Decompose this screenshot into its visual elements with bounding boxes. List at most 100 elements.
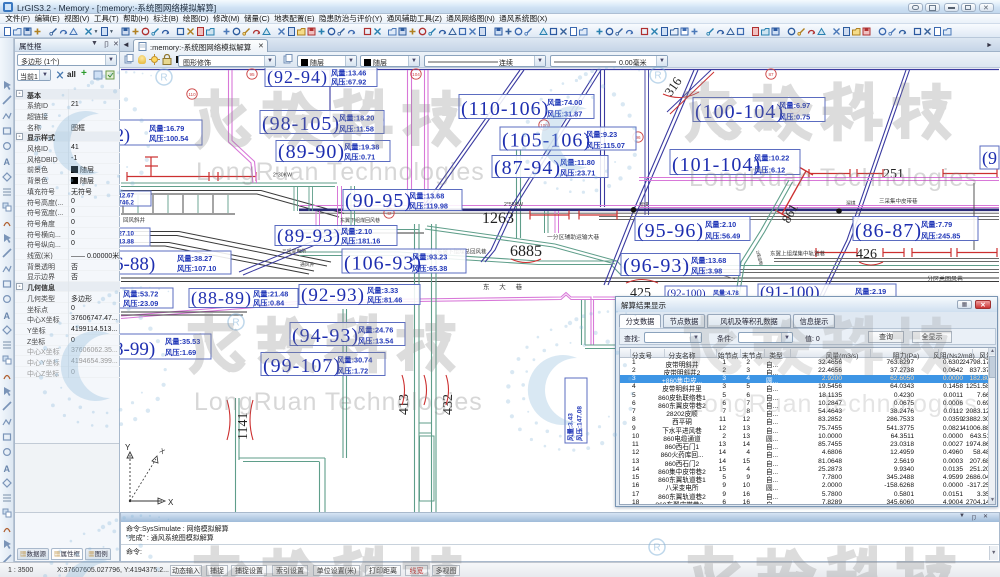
svg-text:风压:100.54: 风压:100.54 (149, 134, 189, 143)
svg-text:风量:93.23: 风量:93.23 (412, 253, 447, 262)
svg-text:风量:21.48: 风量:21.48 (253, 290, 288, 299)
svg-text:三采变电所: 三采变电所 (282, 248, 306, 255)
svg-text:87: 87 (768, 72, 774, 77)
svg-text:风量:16.79: 风量:16.79 (149, 124, 184, 133)
svg-text:风量:13.46: 风量:13.46 (331, 69, 366, 78)
svg-text:X: X (158, 448, 166, 457)
svg-text:风量:38.27: 风量:38.27 (177, 254, 212, 263)
svg-text:风压:1.69: 风压:1.69 (165, 348, 196, 357)
svg-text:风量:13.68: 风量:13.68 (409, 192, 444, 201)
svg-text:(106-93): (106-93) (344, 253, 422, 275)
svg-text:95: 95 (249, 72, 255, 77)
svg-text:风压:81.46: 风压:81.46 (367, 296, 402, 305)
svg-text:风压:56.49: 风压:56.49 (705, 232, 740, 241)
svg-text:1141: 1141 (236, 413, 251, 440)
svg-text:风压:3.98: 风压:3.98 (691, 267, 722, 276)
svg-text:(110-106): (110-106) (461, 98, 549, 120)
svg-text:三采集中皮带巷: 三采集中皮带巷 (879, 197, 918, 205)
svg-text:风量:10.22: 风量:10.22 (754, 154, 789, 163)
svg-text:(89-90): (89-90) (278, 141, 345, 163)
svg-text:A: A (3, 311, 10, 320)
svg-text:风量:6.97: 风量:6.97 (779, 101, 810, 110)
svg-text:通风井: 通风井 (300, 261, 315, 268)
svg-text:251: 251 (883, 167, 904, 182)
svg-text:(89-93): (89-93) (277, 226, 341, 247)
svg-text:风压:107.10: 风压:107.10 (177, 264, 216, 273)
svg-text:(99-107): (99-107) (263, 355, 341, 377)
svg-text:风量:13.68: 风量:13.68 (691, 256, 726, 265)
svg-text:6885: 6885 (510, 243, 542, 260)
svg-text:(95-96): (95-96) (637, 220, 704, 242)
svg-text:一分区辅助运输大巷: 一分区辅助运输大巷 (547, 233, 599, 241)
svg-text:风压:23.71: 风压:23.71 (560, 169, 595, 178)
svg-text:风压:65.38: 风压:65.38 (412, 264, 447, 273)
svg-text:2): 2) (120, 125, 130, 146)
svg-text:风压:147.08: 风压:147.08 (575, 406, 584, 441)
svg-text:风压:115.07: 风压:115.07 (586, 141, 625, 150)
svg-text:风压:245.85: 风压:245.85 (921, 232, 960, 241)
svg-text:风压:181.16: 风压:181.16 (341, 237, 380, 246)
svg-text:风量:53.72: 风量:53.72 (123, 290, 158, 299)
svg-text:6-88): 6-88) (120, 254, 155, 275)
svg-text:861: 861 (778, 201, 800, 225)
svg-text:风压:31.87: 风压:31.87 (547, 110, 582, 119)
svg-text:风量:11.80: 风量:11.80 (560, 158, 595, 167)
svg-text:(105-106): (105-106) (502, 130, 591, 152)
svg-text:(90-95): (90-95) (345, 190, 412, 212)
svg-text:2*30KW: 2*30KW (273, 173, 292, 179)
svg-text:溜煤: 溜煤 (846, 200, 856, 207)
svg-text:风量:9.23: 风量:9.23 (586, 130, 617, 139)
svg-text:溜煤: 溜煤 (639, 201, 649, 208)
svg-text:2*55KW: 2*55KW (504, 202, 523, 208)
svg-text:(94-93): (94-93) (292, 325, 359, 347)
svg-text:1746.2: 1746.2 (120, 200, 134, 207)
svg-text:110: 110 (188, 92, 196, 97)
svg-text:风压:23.09: 风压:23.09 (123, 299, 158, 308)
svg-text:风量:30.74: 风量:30.74 (337, 356, 373, 365)
svg-text:1263: 1263 (482, 210, 514, 227)
svg-text:风压:6.12: 风压:6.12 (754, 166, 785, 175)
svg-text:(96-93): (96-93) (623, 255, 690, 277)
svg-text:风量:3.43: 风量:3.43 (566, 413, 575, 441)
svg-text:风量:7.79: 风量:7.79 (921, 220, 952, 229)
svg-text:(86-87): (86-87) (855, 220, 922, 242)
svg-text:风压:13.54: 风压:13.54 (358, 337, 394, 346)
svg-text:2煤溜眼: 2煤溜眼 (754, 250, 765, 267)
svg-text:风压:1.72: 风压:1.72 (337, 367, 368, 376)
svg-text:东 大 巷: 东 大 巷 (483, 282, 526, 291)
svg-text:A: A (3, 464, 10, 473)
svg-text:127.10: 127.10 (120, 231, 134, 238)
svg-text:风压:67.92: 风压:67.92 (331, 78, 366, 87)
svg-text:风量:74.00: 风量:74.00 (547, 98, 582, 107)
svg-text:风量:2.19: 风量:2.19 (855, 287, 886, 296)
svg-text:(100-104): (100-104) (695, 101, 784, 123)
svg-text:风量:24.76: 风量:24.76 (358, 326, 393, 335)
svg-text:一分区总回风巷: 一分区总回风巷 (921, 275, 963, 283)
svg-text:风压:119.98: 风压:119.98 (409, 202, 448, 211)
svg-text:风量:35.53: 风量:35.53 (165, 337, 200, 346)
svg-text:风量:19.38: 风量:19.38 (344, 143, 379, 152)
svg-text:213.88: 213.88 (120, 239, 134, 246)
svg-text:(101-104): (101-104) (672, 154, 761, 176)
svg-text:(88-89): (88-89) (191, 288, 252, 309)
svg-text:432: 432 (441, 394, 456, 415)
svg-text:(92-94): (92-94) (267, 68, 328, 88)
svg-text:426: 426 (856, 247, 877, 262)
svg-text:东翼上组煤集中轨道巷: 东翼上组煤集中轨道巷 (770, 250, 826, 258)
svg-text:风量:18.20: 风量:18.20 (339, 114, 374, 123)
svg-text:风量:2.10: 风量:2.10 (341, 227, 372, 236)
svg-text:(98-105): (98-105) (262, 113, 340, 135)
svg-text:104: 104 (412, 72, 420, 77)
svg-text:东翼下组煤回风巷: 东翼下组煤回风巷 (340, 217, 380, 224)
svg-text:(9: (9 (982, 148, 997, 169)
svg-text:X: X (168, 498, 174, 507)
svg-text:(87-94): (87-94) (494, 157, 561, 179)
svg-text:风压:0.71: 风压:0.71 (344, 153, 375, 162)
svg-text:风压:0.75: 风压:0.75 (779, 113, 810, 122)
svg-text:(92-93): (92-93) (301, 285, 365, 306)
svg-text:413: 413 (397, 394, 412, 415)
svg-text:风压:11.58: 风压:11.58 (339, 125, 374, 134)
svg-text:A: A (3, 157, 10, 166)
svg-text:回风斜井: 回风斜井 (123, 216, 146, 224)
svg-text:212.67: 212.67 (120, 193, 134, 200)
